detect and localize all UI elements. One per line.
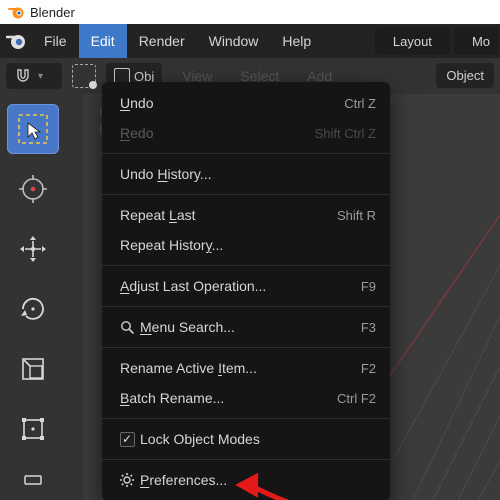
search-icon — [116, 320, 138, 335]
tool-cursor[interactable] — [7, 164, 59, 214]
menu-separator — [102, 418, 390, 419]
tool-rail — [0, 94, 65, 500]
menu-separator — [102, 153, 390, 154]
menu-edit[interactable]: Edit — [79, 24, 127, 58]
menu-item-menu-search[interactable]: Menu Search... F3 — [102, 312, 390, 342]
menu-item-lock-object-modes[interactable]: Lock Object Modes — [102, 424, 390, 454]
menu-file[interactable]: File — [32, 24, 79, 58]
select-box-icon — [16, 112, 50, 146]
rotate-icon — [17, 293, 49, 325]
menubar: File Edit Render Window Help Layout Mo — [0, 24, 500, 58]
menu-item-preferences[interactable]: Preferences... — [102, 465, 390, 495]
menu-separator — [102, 459, 390, 460]
app-frame: File Edit Render Window Help Layout Mo ▾… — [0, 24, 500, 500]
workspace-tab-layout[interactable]: Layout — [375, 27, 450, 55]
select-mode-button[interactable] — [72, 64, 96, 88]
workspace-tab-modeling[interactable]: Mo — [454, 27, 498, 55]
menu-separator — [102, 347, 390, 348]
blender-logo-icon — [8, 4, 24, 20]
edit-dropdown-menu: Undo Ctrl Z Redo Shift Ctrl Z Undo Histo… — [102, 82, 390, 500]
tool-select-box[interactable] — [7, 104, 59, 154]
object-chip[interactable]: Object — [436, 63, 494, 88]
gear-icon — [116, 472, 138, 488]
transform-icon — [17, 413, 49, 445]
window-titlebar: Blender — [0, 0, 500, 24]
menu-separator — [102, 306, 390, 307]
menu-item-undo-history[interactable]: Undo History... — [102, 159, 390, 189]
divider-column — [65, 94, 83, 500]
tool-scale[interactable] — [7, 344, 59, 394]
magnet-icon — [14, 67, 32, 85]
tool-annotate[interactable] — [7, 464, 59, 494]
menu-item-repeat-history[interactable]: Repeat History... — [102, 230, 390, 260]
annotate-icon — [19, 469, 47, 489]
menu-item-adjust-last-operation[interactable]: Adjust Last Operation... F9 — [102, 271, 390, 301]
chevron-down-icon: ▾ — [38, 71, 43, 82]
menu-item-redo: Redo Shift Ctrl Z — [102, 118, 390, 148]
app-logo-icon[interactable] — [0, 24, 32, 58]
checkbox-checked-icon — [116, 432, 138, 447]
menu-item-undo[interactable]: Undo Ctrl Z — [102, 88, 390, 118]
tool-rotate[interactable] — [7, 284, 59, 334]
menu-render[interactable]: Render — [127, 24, 197, 58]
window-title: Blender — [30, 5, 75, 20]
menu-item-batch-rename[interactable]: Batch Rename... Ctrl F2 — [102, 383, 390, 413]
menu-item-repeat-last[interactable]: Repeat Last Shift R — [102, 200, 390, 230]
menu-item-rename-active[interactable]: Rename Active Item... F2 — [102, 353, 390, 383]
cursor-icon — [17, 173, 49, 205]
menu-separator — [102, 194, 390, 195]
menu-window[interactable]: Window — [197, 24, 271, 58]
menu-help[interactable]: Help — [270, 24, 323, 58]
tool-transform[interactable] — [7, 404, 59, 454]
tool-move[interactable] — [7, 224, 59, 274]
snap-dropdown[interactable]: ▾ — [6, 63, 62, 89]
menu-separator — [102, 265, 390, 266]
scale-icon — [17, 353, 49, 385]
move-icon — [17, 233, 49, 265]
